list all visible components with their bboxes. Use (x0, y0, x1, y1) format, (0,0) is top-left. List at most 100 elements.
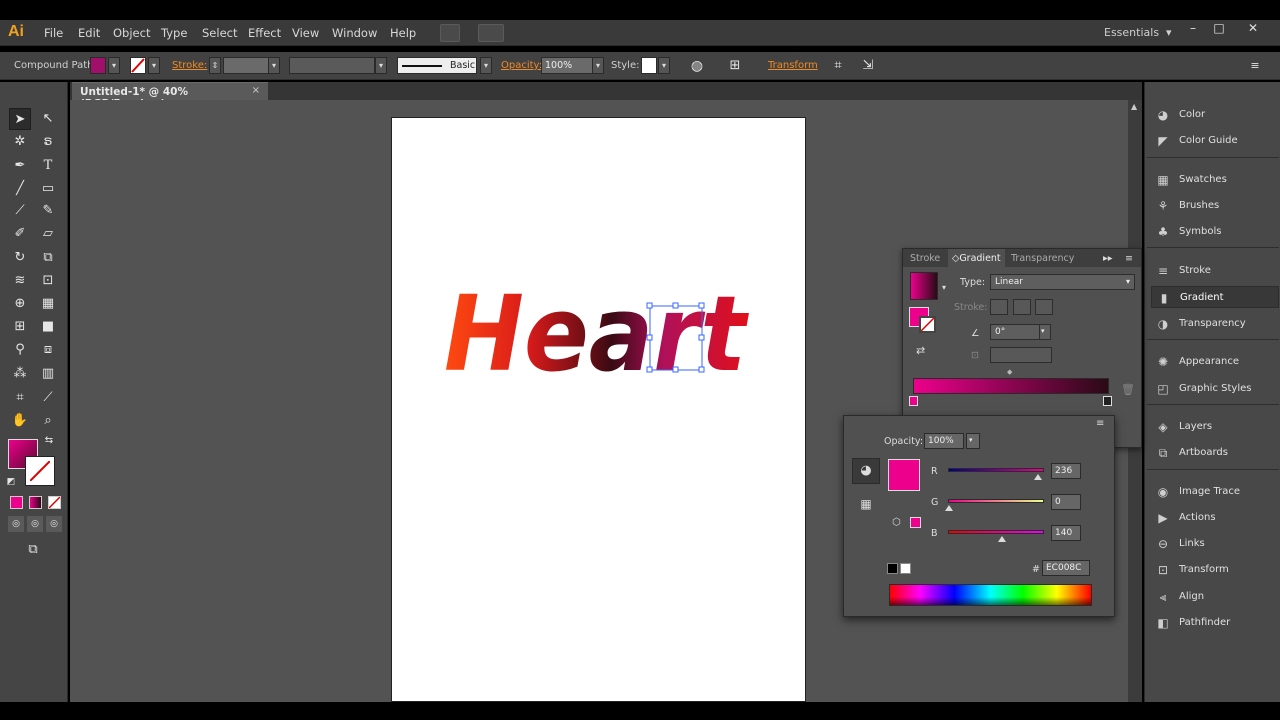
close-button[interactable]: ✕ (1238, 20, 1268, 38)
menu-object[interactable]: Object (113, 26, 150, 40)
scale-tool-icon[interactable]: ⧉ (37, 247, 59, 269)
lasso-tool-icon[interactable]: ຣ (37, 131, 59, 153)
draw-inside-icon[interactable]: ◎ (46, 516, 62, 532)
rotate-tool-icon[interactable]: ↻ (9, 247, 31, 269)
artboard-tool-icon[interactable]: ⌗ (9, 387, 31, 409)
brush-dropdown[interactable]: ▾ (480, 57, 492, 74)
hand-tool-icon[interactable]: ✋ (9, 410, 31, 432)
magic-wand-tool-icon[interactable]: ✲ (9, 131, 31, 153)
dock-swatches[interactable]: ▦ Swatches (1151, 169, 1279, 191)
free-transform-tool-icon[interactable]: ⊡ (37, 270, 59, 292)
angle-field[interactable]: 0° (990, 324, 1040, 340)
gradient-preview-swatch[interactable] (910, 272, 938, 300)
panel-menu-icon[interactable]: ≡ (1244, 55, 1266, 77)
dock-transparency[interactable]: ◑ Transparency (1151, 313, 1279, 335)
dock-layers[interactable]: ◈ Layers (1151, 416, 1279, 438)
b-slider[interactable] (948, 530, 1044, 534)
white-swatch[interactable] (900, 563, 911, 574)
selection-handle[interactable] (672, 302, 679, 309)
type-tool-icon[interactable]: T (37, 155, 59, 177)
dock-pathfinder[interactable]: ◧ Pathfinder (1151, 612, 1279, 634)
fill-swatch[interactable] (90, 57, 106, 74)
draw-behind-icon[interactable]: ◎ (27, 516, 43, 532)
symbol-sprayer-tool-icon[interactable]: ⁂ (9, 363, 31, 385)
current-color-swatch[interactable] (888, 459, 920, 491)
dock-graphic-styles[interactable]: ◰ Graphic Styles (1151, 378, 1279, 400)
paintbrush-tool-icon[interactable]: ⟋ (9, 200, 31, 222)
brush-definition-field[interactable]: Basic (397, 57, 477, 74)
r-slider-thumb[interactable] (1034, 474, 1042, 480)
swap-fill-stroke-icon[interactable]: ⇆ (42, 434, 56, 448)
recolor-artwork-icon[interactable]: ◍ (686, 55, 708, 77)
panel-menu-icon[interactable]: ≡ (1096, 418, 1104, 429)
heart-text-artwork[interactable]: Heart (444, 268, 764, 388)
blob-brush-tool-icon[interactable]: ✐ (9, 223, 31, 245)
perspective-grid-tool-icon[interactable]: ▦ (37, 293, 59, 315)
rectangle-tool-icon[interactable]: ▭ (37, 178, 59, 200)
shape-builder-tool-icon[interactable]: ⊕ (9, 293, 31, 315)
graphic-style-swatch[interactable] (641, 57, 657, 74)
dock-appearance[interactable]: ✺ Appearance (1151, 351, 1279, 373)
gradient-tool-icon[interactable]: ■ (37, 316, 59, 338)
artboard[interactable] (391, 117, 806, 702)
screen-mode-icon[interactable]: ⧉ (22, 539, 44, 561)
eyedropper-tool-icon[interactable]: ⚲ (9, 339, 31, 361)
variable-width-dropdown[interactable]: ▾ (375, 57, 387, 74)
color-spectrum-bar[interactable] (889, 584, 1092, 606)
black-swatch[interactable] (887, 563, 898, 574)
color-mode-button[interactable] (10, 496, 23, 509)
opacity-dropdown[interactable]: ▾ (966, 433, 980, 449)
menu-effect[interactable]: Effect (248, 26, 281, 40)
gradient-swatch-dropdown-icon[interactable]: ▾ (942, 283, 946, 292)
draw-normal-icon[interactable]: ◎ (8, 516, 24, 532)
menu-help[interactable]: Help (390, 26, 416, 40)
document-tab[interactable]: Untitled-1* @ 40% (RGB/Preview) × (72, 82, 268, 110)
g-slider-thumb[interactable] (945, 505, 953, 511)
menu-type[interactable]: Type (161, 26, 187, 40)
hex-value-field[interactable]: EC008C (1042, 560, 1090, 576)
fill-dropdown[interactable]: ▾ (108, 57, 120, 74)
transform-link[interactable]: Transform (768, 60, 818, 71)
selection-handle[interactable] (646, 366, 653, 373)
swatch-grid-icon[interactable]: ▦ (852, 494, 880, 514)
dock-links[interactable]: ⊖ Links (1151, 533, 1279, 555)
panel-menu-icon[interactable]: ≡ (1125, 253, 1133, 264)
r-value-field[interactable]: 236 (1051, 463, 1081, 479)
selection-handle[interactable] (698, 366, 705, 373)
select-similar-icon[interactable]: ⇲ (857, 55, 879, 77)
selection-handle[interactable] (646, 334, 653, 341)
zoom-tool-icon[interactable]: ⌕ (37, 410, 59, 432)
stroke-weight-dropdown[interactable]: ▾ (268, 57, 280, 74)
palette-icon[interactable]: ◕ (852, 458, 880, 484)
reverse-gradient-icon[interactable]: ⇄ (916, 344, 925, 357)
gradient-stop-start[interactable] (909, 396, 918, 406)
menu-file[interactable]: File (44, 26, 63, 40)
workspace-switcher[interactable]: Essentials ▾ (1104, 26, 1172, 39)
web-safe-color-swatch[interactable] (910, 517, 921, 528)
dock-symbols[interactable]: ♣ Symbols (1151, 221, 1279, 243)
dock-align[interactable]: ⫷ Align (1151, 586, 1279, 608)
selection-handle[interactable] (672, 366, 679, 373)
dock-stroke[interactable]: ≡ Stroke (1151, 260, 1279, 282)
direct-selection-tool-icon[interactable]: ↖ (37, 108, 59, 130)
stroke-swatch[interactable] (130, 57, 146, 74)
stroke-weight-field[interactable] (223, 57, 269, 74)
graph-tool-icon[interactable]: ▥ (37, 363, 59, 385)
g-value-field[interactable]: 0 (1051, 494, 1081, 510)
bridge-icon[interactable] (440, 24, 460, 42)
mesh-tool-icon[interactable]: ⊞ (9, 316, 31, 338)
selection-handle[interactable] (646, 302, 653, 309)
midpoint-diamond-icon[interactable]: ◆ (1007, 368, 1012, 376)
gradient-stop-end[interactable] (1103, 396, 1112, 406)
angle-dropdown[interactable]: ▾ (1039, 324, 1051, 340)
tab-transparency[interactable]: Transparency (1011, 253, 1074, 264)
r-slider[interactable] (948, 468, 1044, 472)
opacity-field[interactable]: 100% (924, 433, 964, 449)
opacity-dropdown[interactable]: ▾ (592, 57, 604, 74)
opacity-field[interactable]: 100% (541, 57, 593, 74)
dock-gradient[interactable]: ▮ Gradient (1151, 286, 1279, 308)
close-tab-icon[interactable]: × (252, 85, 260, 96)
pen-tool-icon[interactable]: ✒ (9, 155, 31, 177)
stroke-weight-stepper[interactable]: ⇕ (209, 57, 221, 74)
maximize-button[interactable]: □ (1204, 20, 1234, 38)
